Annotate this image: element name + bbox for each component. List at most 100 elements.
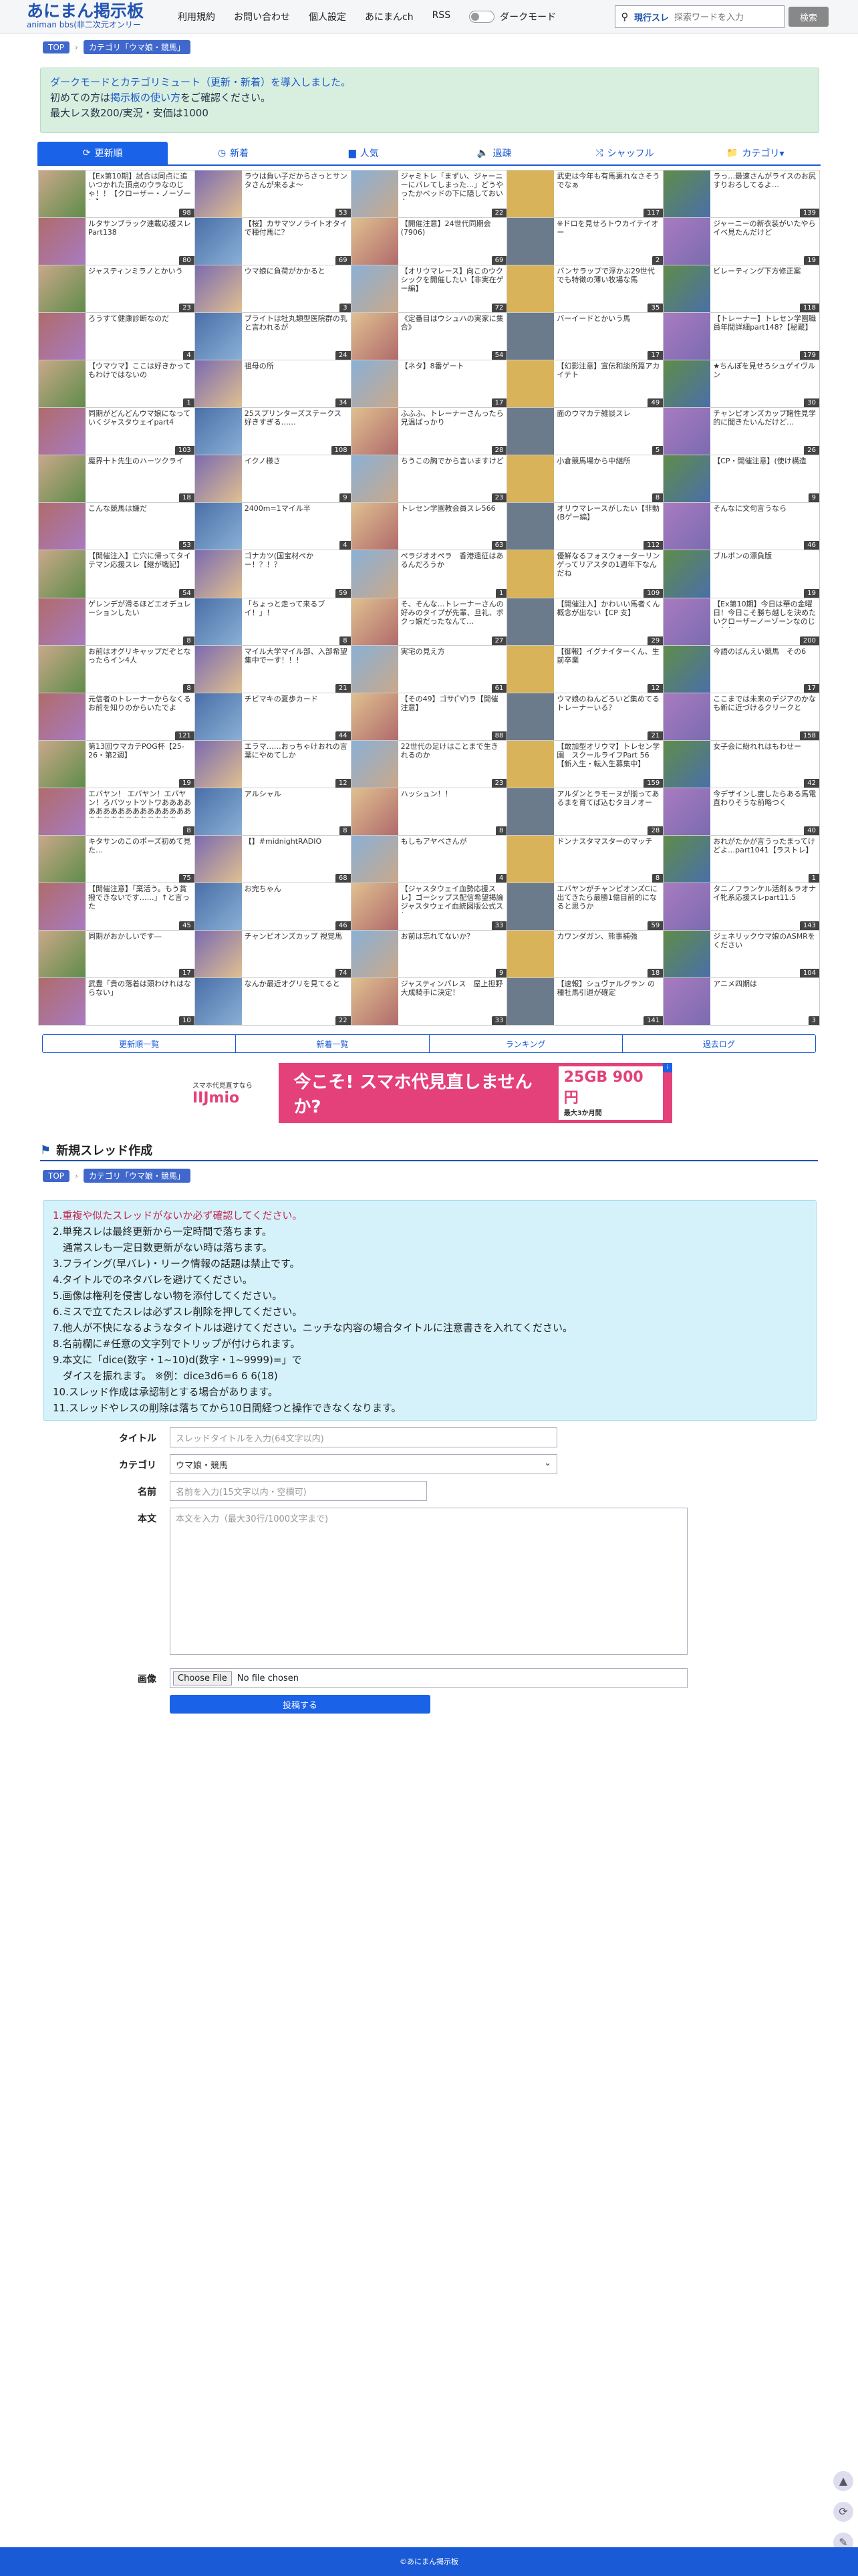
thread-item[interactable]: ウマ娘に負荷がかかると 3 [194, 265, 351, 314]
thread-item[interactable]: ハッシュン！！ 8 [351, 788, 508, 836]
thread-item[interactable]: アニメ四期は 3 [664, 977, 820, 1026]
category-select[interactable]: ウマ娘・競馬 ⌄ [170, 1454, 557, 1474]
thread-item[interactable]: そんなに文句言うなら 46 [664, 503, 820, 551]
nav-terms[interactable]: 利用規約 [178, 10, 215, 23]
thread-item[interactable]: 2400m=1マイル半 4 [194, 503, 351, 551]
thread-item[interactable]: 【その49】ゴサ( ゚∀゚)ラ【開催注意】 88 [351, 693, 508, 741]
thread-item[interactable]: ふふふ、トレーナーさんったら兄温ばっかり 28 [351, 408, 508, 456]
thread-item[interactable]: ジェネリックウマ娘のASMRをください 104 [664, 930, 820, 978]
tab-updated[interactable]: ⟳ 更新順 [37, 142, 168, 166]
thread-item[interactable]: ゲレンデが滑るほどエオデュレーションしたい 8 [39, 598, 195, 646]
tab-sparse[interactable]: 🔈 過疎 [428, 142, 560, 166]
thread-item[interactable]: もしもアヤベさんが 4 [351, 835, 508, 883]
tab-category[interactable]: 📁 カテゴリ▾ [690, 142, 821, 166]
thread-item[interactable]: 優鮮なるフォスウォーターリンゲってリアスタの1週年下なんだね 109 [507, 550, 664, 598]
thread-item[interactable]: マイル大学マイル部、入部希望集中で一す！！！ 21 [194, 645, 351, 693]
thread-item[interactable]: 《定番目はウシュハの実家に集合》 54 [351, 313, 508, 361]
thread-item[interactable]: キタサンのこのポーズ初めて見た… 75 [39, 835, 195, 883]
thread-item[interactable]: お前はオグリキャップだぞとなったらイン4人 8 [39, 645, 195, 693]
thread-item[interactable]: こんな競馬は嫌だ 53 [39, 503, 195, 551]
thread-item[interactable]: 実宅の見え方 61 [351, 645, 508, 693]
nav-rss[interactable]: RSS [432, 10, 451, 23]
thread-item[interactable]: 【開催注意】24世代同期会(7906) 69 [351, 218, 508, 266]
dark-mode-toggle[interactable]: ダークモード [469, 10, 556, 23]
thread-item[interactable]: ビレーティング下方修正案 118 [664, 265, 820, 314]
thread-item[interactable]: カワンダガン、熊事補強 18 [507, 930, 664, 978]
thread-item[interactable]: 小倉競馬場から中継所 8 [507, 455, 664, 503]
reload-icon[interactable]: ⟳ [833, 2502, 853, 2522]
thread-item[interactable]: 【御報】イグナイターくん、生前卒業 12 [507, 645, 664, 693]
thread-item[interactable]: 22世代の足けはことまで生きれるのか 23 [351, 740, 508, 788]
thread-item[interactable]: おれがたかが言うったまってけどよ…part1041【ラストレ】 1 [664, 835, 820, 883]
breadcrumb-category-2[interactable]: カテゴリ「ウマ娘・競馬」 [83, 1169, 190, 1183]
thread-item[interactable]: バーイードとかいう馬 17 [507, 313, 664, 361]
thread-item[interactable]: 第13回ウマカテPOG杯【25-26・第2週】 19 [39, 740, 195, 788]
ad-close-icon[interactable]: i [663, 1063, 672, 1072]
thread-item[interactable]: 【開催注入】亡穴に帰ってタイテマン応援スレ【継が戦記】 54 [39, 550, 195, 598]
thread-item[interactable]: お完ちゃん 46 [194, 883, 351, 931]
thread-item[interactable]: トレセン学園教会員スレ566 63 [351, 503, 508, 551]
thread-item[interactable]: 女子会に紛れれはもわせー 42 [664, 740, 820, 788]
thread-item[interactable]: 武豊「貴の落着は頭わけれはならない」 10 [39, 977, 195, 1026]
thread-item[interactable]: 【開催注意】「棄活う。もう賞撥できないです……」↑と言った 45 [39, 883, 195, 931]
choose-file-button[interactable]: Choose File [173, 1671, 232, 1685]
toggle-switch-icon[interactable] [469, 11, 495, 23]
usage-guide-link[interactable]: 掲示板の使い方 [110, 92, 180, 104]
thread-item[interactable]: 【敢加型オリウマ】トレセン学園 スクールライフPart 56【新入生・転入生募集… [507, 740, 664, 788]
thread-item[interactable]: ブルボンの漂負版 19 [664, 550, 820, 598]
thread-item[interactable]: ペラジオオペラ 香港遠征はあるんだろうか 1 [351, 550, 508, 598]
submit-button[interactable]: 投稿する [170, 1695, 430, 1714]
tab-popular[interactable]: ▆ 人気 [298, 142, 429, 166]
thread-item[interactable]: お前は忘れてないか？ 9 [351, 930, 508, 978]
nav-update-list[interactable]: 更新順一覧 [43, 1035, 237, 1052]
thread-item[interactable]: 【トレーナー】トレセン学園職員年間詳細part148?【秘蔵】 179 [664, 313, 820, 361]
thread-item[interactable]: 【幻影注意】宣伝和談所篇アカイテト 49 [507, 360, 664, 408]
nav-ranking[interactable]: ランキング [430, 1035, 623, 1052]
thread-item[interactable]: イクノ様さ 9 [194, 455, 351, 503]
thread-item[interactable]: 今語のばんえい競馬 その6 17 [664, 645, 820, 693]
thread-item[interactable]: ちうこの胸でから言いますけど 23 [351, 455, 508, 503]
thread-item[interactable]: ジャーニーの新衣装がいたやらイベ見たんだけど 19 [664, 218, 820, 266]
thread-item[interactable]: ラウは負い子だからさっとサンタさんが来るよ〜 53 [194, 170, 351, 219]
thread-item[interactable]: ここまでは未来のデジアのかなも新に近づけるクリークと 158 [664, 693, 820, 741]
thread-item[interactable]: 元信者のトレーナーからなくるお前を知りのからいたでよ 121 [39, 693, 195, 741]
ad-banner[interactable]: スマホ代見直すなら IIJmio 今こそ! スマホ代見直しませんか? 25GB … [186, 1063, 672, 1123]
search-kind-selector[interactable]: 現行スレ [634, 11, 669, 23]
thread-item[interactable]: 25スプリンターズステークス好きすぎる…… 108 [194, 408, 351, 456]
thread-item[interactable]: 【オリウマレース】向このウクシックを開催したい【非実在ゲー編】 72 [351, 265, 508, 314]
thread-item[interactable]: 魔界十ト先生のハーツクライ 18 [39, 455, 195, 503]
thread-item[interactable]: バンサラップで浮かぶ29世代でも特徴の薄い牧場な馬 35 [507, 265, 664, 314]
breadcrumb-category[interactable]: カテゴリ「ウマ娘・競馬」 [83, 40, 190, 54]
title-input[interactable]: スレッドタイトルを入力(64文字以内) [170, 1427, 557, 1447]
thread-item[interactable]: 同期がおかしいです― 17 [39, 930, 195, 978]
thread-item[interactable]: 【Ex第10期】今日は華の金曜日！今日こそ勝ち越しを決めたいクローザーノーゾーン… [664, 598, 820, 646]
nav-contact[interactable]: お問い合わせ [234, 10, 290, 23]
thread-item[interactable]: ウマ娘のねんどろいど集めてるトレーナーいる？ 21 [507, 693, 664, 741]
name-input[interactable]: 名前を入力(15文字以内・空欄可) [170, 1481, 427, 1501]
thread-item[interactable]: ゴナカツ(国宝材ぺかー！？！？ 59 [194, 550, 351, 598]
search-button[interactable]: 検索 [789, 7, 829, 27]
thread-item[interactable]: ★ちんぽを見せろシュゲイヴルン 30 [664, 360, 820, 408]
thread-item[interactable]: チャンピオンズカップ 視覚馬 74 [194, 930, 351, 978]
thread-item[interactable]: 祖母の所 34 [194, 360, 351, 408]
thread-item[interactable]: オリウマレースがしたい【非動(Bゲー編】 112 [507, 503, 664, 551]
thread-item[interactable]: ジャミトレ「まずい、ジャーニーにバレてしまった…」どうやったかベッドの下に隠して… [351, 170, 508, 219]
thread-item[interactable]: 【ネタ】8番ゲート 17 [351, 360, 508, 408]
thread-item[interactable]: エバヤンがチャンピオンズCに出てきたら最勝1億目前的になると思うか 59 [507, 883, 664, 931]
image-file-input[interactable]: Choose File No file chosen [170, 1668, 688, 1688]
thread-item[interactable]: 【ウマウマ】ここは好きかってもわけではないの 1 [39, 360, 195, 408]
thread-item[interactable]: ろうすて健康診断なのだ 4 [39, 313, 195, 361]
nav-settings[interactable]: 個人設定 [309, 10, 346, 23]
thread-item[interactable]: チャンピオンズカップ賭性見学的に聞きたいんだけど… 26 [664, 408, 820, 456]
thread-item[interactable]: 【桜】カサマツノライトオタイで種付馬に？ 69 [194, 218, 351, 266]
thread-item[interactable]: 同期がどんどんウマ娘になっていくジャスタウェイpart4 103 [39, 408, 195, 456]
thread-item[interactable]: ドンナスタマスターのマッチ 8 [507, 835, 664, 883]
thread-item[interactable]: ルタサンブラック連載応援スレ Part138 80 [39, 218, 195, 266]
thread-item[interactable]: チビマキの夏歩カード 44 [194, 693, 351, 741]
breadcrumb-top[interactable]: TOP [43, 41, 70, 53]
thread-item[interactable]: 武史は今年も有馬裏れなさそうでなぁ 117 [507, 170, 664, 219]
thread-item[interactable]: そ、そんな…トレーナーさんの好みのタイプが先輩、旦礼、ボクっ娘だったなんて… 27 [351, 598, 508, 646]
thread-item[interactable]: 「ちょっと走って来るブイ！」！ 8 [194, 598, 351, 646]
thread-item[interactable]: 【速報】シュヴァルグラン の種牡馬引退が確定 141 [507, 977, 664, 1026]
thread-item[interactable]: ※ドロを見せろトウカイテイオー 2 [507, 218, 664, 266]
